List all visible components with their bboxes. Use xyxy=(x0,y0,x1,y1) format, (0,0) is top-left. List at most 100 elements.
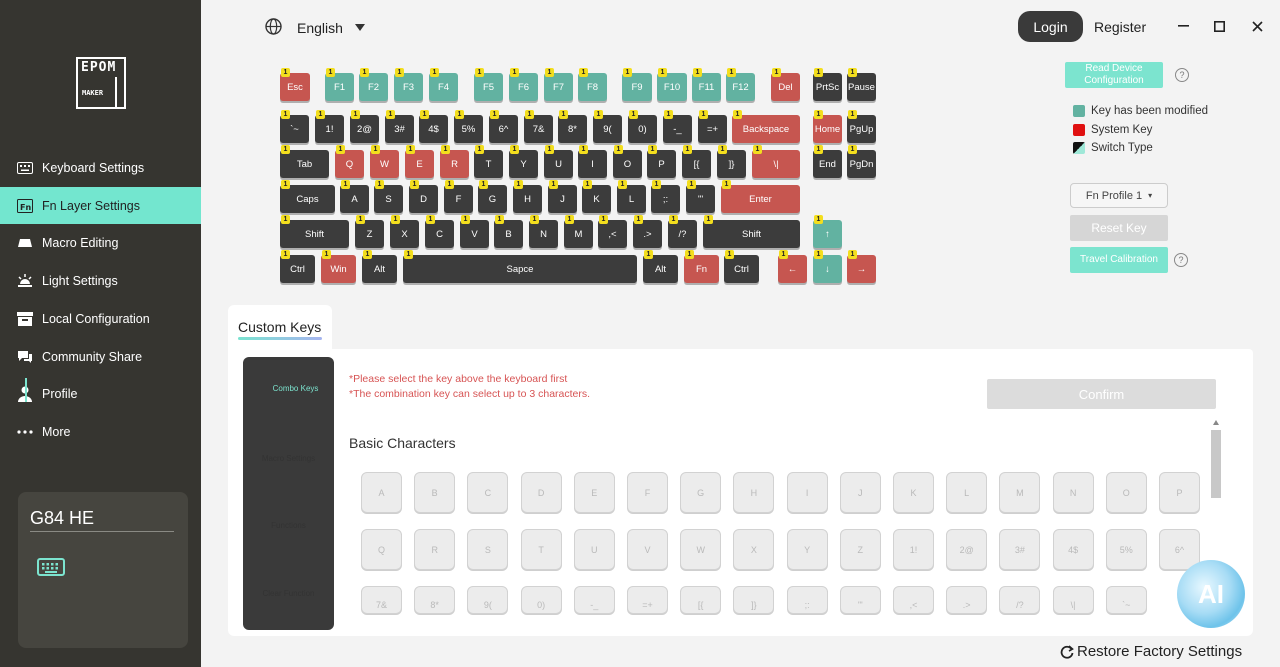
key-41[interactable]: 1O xyxy=(613,145,642,178)
sidebar-item-profile[interactable]: Profile xyxy=(0,375,201,412)
key-72[interactable]: 1 Shift xyxy=(703,215,800,248)
key-71[interactable]: 1/? xyxy=(668,215,697,248)
key-40[interactable]: 1I xyxy=(578,145,607,178)
char-key[interactable]: 0) xyxy=(520,586,562,614)
caret-down-icon[interactable] xyxy=(355,24,365,31)
minimize-icon[interactable] xyxy=(1171,14,1195,38)
char-key[interactable]: J xyxy=(839,472,881,513)
key-35[interactable]: 1E xyxy=(405,145,434,178)
key-63[interactable]: 1X xyxy=(390,215,419,248)
key-15[interactable]: 1 Pause xyxy=(847,68,876,101)
language-select[interactable]: English xyxy=(297,20,343,36)
char-key[interactable]: X xyxy=(733,529,775,570)
key-42[interactable]: 1P xyxy=(647,145,676,178)
help-icon[interactable]: ? xyxy=(1174,253,1188,267)
key-75[interactable]: 1 Win xyxy=(321,250,356,283)
sidebar-item-macro-editing[interactable]: Macro Editing xyxy=(0,224,201,261)
key-26[interactable]: 1 0) xyxy=(628,110,657,143)
char-key[interactable]: V xyxy=(627,529,668,570)
key-3[interactable]: 1 F3 xyxy=(394,68,423,101)
menu-item-clear-function[interactable]: Clear Function xyxy=(243,589,334,598)
key-76[interactable]: 1 Alt xyxy=(362,250,397,283)
key-61[interactable]: 1 Shift xyxy=(280,215,349,248)
key-28[interactable]: 1 =+ xyxy=(698,110,727,143)
key-21[interactable]: 1 5% xyxy=(454,110,483,143)
char-key[interactable]: F xyxy=(627,472,668,513)
key-19[interactable]: 1 3# xyxy=(385,110,414,143)
restore-factory-settings-button[interactable]: Restore Factory Settings xyxy=(1060,643,1242,660)
key-14[interactable]: 1 PrtSc xyxy=(813,68,842,101)
sidebar-item-more[interactable]: More xyxy=(0,413,201,450)
char-key[interactable]: Y xyxy=(786,529,828,570)
key-69[interactable]: 1 ,< xyxy=(598,215,627,248)
key-83[interactable]: 1 → xyxy=(847,250,876,283)
key-78[interactable]: 1 Alt xyxy=(643,250,678,283)
char-key[interactable]: I xyxy=(786,472,828,513)
char-key[interactable]: ;: xyxy=(786,586,828,614)
key-4[interactable]: 1 F4 xyxy=(429,68,458,101)
key-47[interactable]: 1 PgDn xyxy=(847,145,876,178)
key-31[interactable]: 1 PgUp xyxy=(847,110,876,143)
key-53[interactable]: 1G xyxy=(478,180,507,213)
char-key[interactable]: ]} xyxy=(733,586,775,614)
key-73[interactable]: 1 ↑ xyxy=(813,215,842,248)
travel-calibration-button[interactable]: Travel Calibration xyxy=(1070,247,1168,273)
key-46[interactable]: 1 End xyxy=(813,145,842,178)
key-39[interactable]: 1U xyxy=(544,145,573,178)
char-key[interactable]: `~ xyxy=(1105,586,1147,614)
char-key[interactable]: P xyxy=(1159,472,1200,513)
char-key[interactable]: C xyxy=(467,472,509,513)
register-link[interactable]: Register xyxy=(1094,19,1146,35)
char-key[interactable]: L xyxy=(946,472,988,513)
sidebar-item-community-share[interactable]: Community Share xyxy=(0,338,201,375)
key-8[interactable]: 1 F8 xyxy=(578,68,607,101)
key-66[interactable]: 1B xyxy=(494,215,523,248)
key-82[interactable]: 1 ↓ xyxy=(813,250,842,283)
key-5[interactable]: 1 F5 xyxy=(474,68,503,101)
char-key[interactable]: M xyxy=(999,472,1041,513)
char-key[interactable]: =+ xyxy=(627,586,668,614)
key-25[interactable]: 1 9( xyxy=(593,110,622,143)
char-key[interactable]: \| xyxy=(1052,586,1094,614)
key-62[interactable]: 1Z xyxy=(355,215,384,248)
key-65[interactable]: 1V xyxy=(460,215,489,248)
char-key[interactable]: K xyxy=(893,472,934,513)
key-45[interactable]: 1 \| xyxy=(752,145,800,178)
key-49[interactable]: 1A xyxy=(340,180,369,213)
key-27[interactable]: 1 -_ xyxy=(663,110,692,143)
char-key[interactable]: ,< xyxy=(893,586,934,614)
key-44[interactable]: 1]} xyxy=(717,145,746,178)
key-29[interactable]: 1 Backspace xyxy=(732,110,800,143)
sidebar-item-keyboard-settings[interactable]: Keyboard Settings xyxy=(0,149,201,186)
key-48[interactable]: 1 Caps xyxy=(280,180,335,213)
menu-item-combo-keys[interactable]: Combo Keys xyxy=(248,384,343,393)
key-1[interactable]: 1 F1 xyxy=(325,68,354,101)
device-card[interactable]: G84 HE xyxy=(18,492,188,648)
key-30[interactable]: 1 Home xyxy=(813,110,842,143)
key-6[interactable]: 1 F6 xyxy=(509,68,538,101)
key-81[interactable]: 1 ← xyxy=(778,250,807,283)
char-key[interactable]: 7& xyxy=(361,586,402,614)
sidebar-item-fn-layer-settings[interactable]: Fn Fn Layer Settings xyxy=(0,187,201,224)
key-18[interactable]: 1 2@ xyxy=(350,110,379,143)
login-button[interactable]: Login xyxy=(1018,11,1083,42)
key-80[interactable]: 1 Ctrl xyxy=(724,250,759,283)
char-key[interactable]: [{ xyxy=(680,586,722,614)
key-59[interactable]: 1 '" xyxy=(686,180,715,213)
key-12[interactable]: 1 F12 xyxy=(726,68,755,101)
sidebar-item-light-settings[interactable]: Light Settings xyxy=(0,262,201,299)
close-icon[interactable] xyxy=(1245,14,1269,38)
maximize-icon[interactable] xyxy=(1207,14,1231,38)
key-74[interactable]: 1 Ctrl xyxy=(280,250,315,283)
read-device-config-button[interactable]: Read Device Configuration xyxy=(1065,62,1163,88)
char-key[interactable]: U xyxy=(573,529,615,570)
char-key[interactable]: Z xyxy=(839,529,881,570)
char-key[interactable]: E xyxy=(573,472,615,513)
char-key[interactable]: 3# xyxy=(999,529,1041,570)
key-52[interactable]: 1F xyxy=(444,180,473,213)
key-33[interactable]: 1Q xyxy=(335,145,364,178)
char-key[interactable]: B xyxy=(414,472,456,513)
char-key[interactable]: 8* xyxy=(414,586,456,614)
char-key[interactable]: /? xyxy=(999,586,1041,614)
menu-item-macro-settings[interactable]: Macro Settings xyxy=(243,454,334,463)
